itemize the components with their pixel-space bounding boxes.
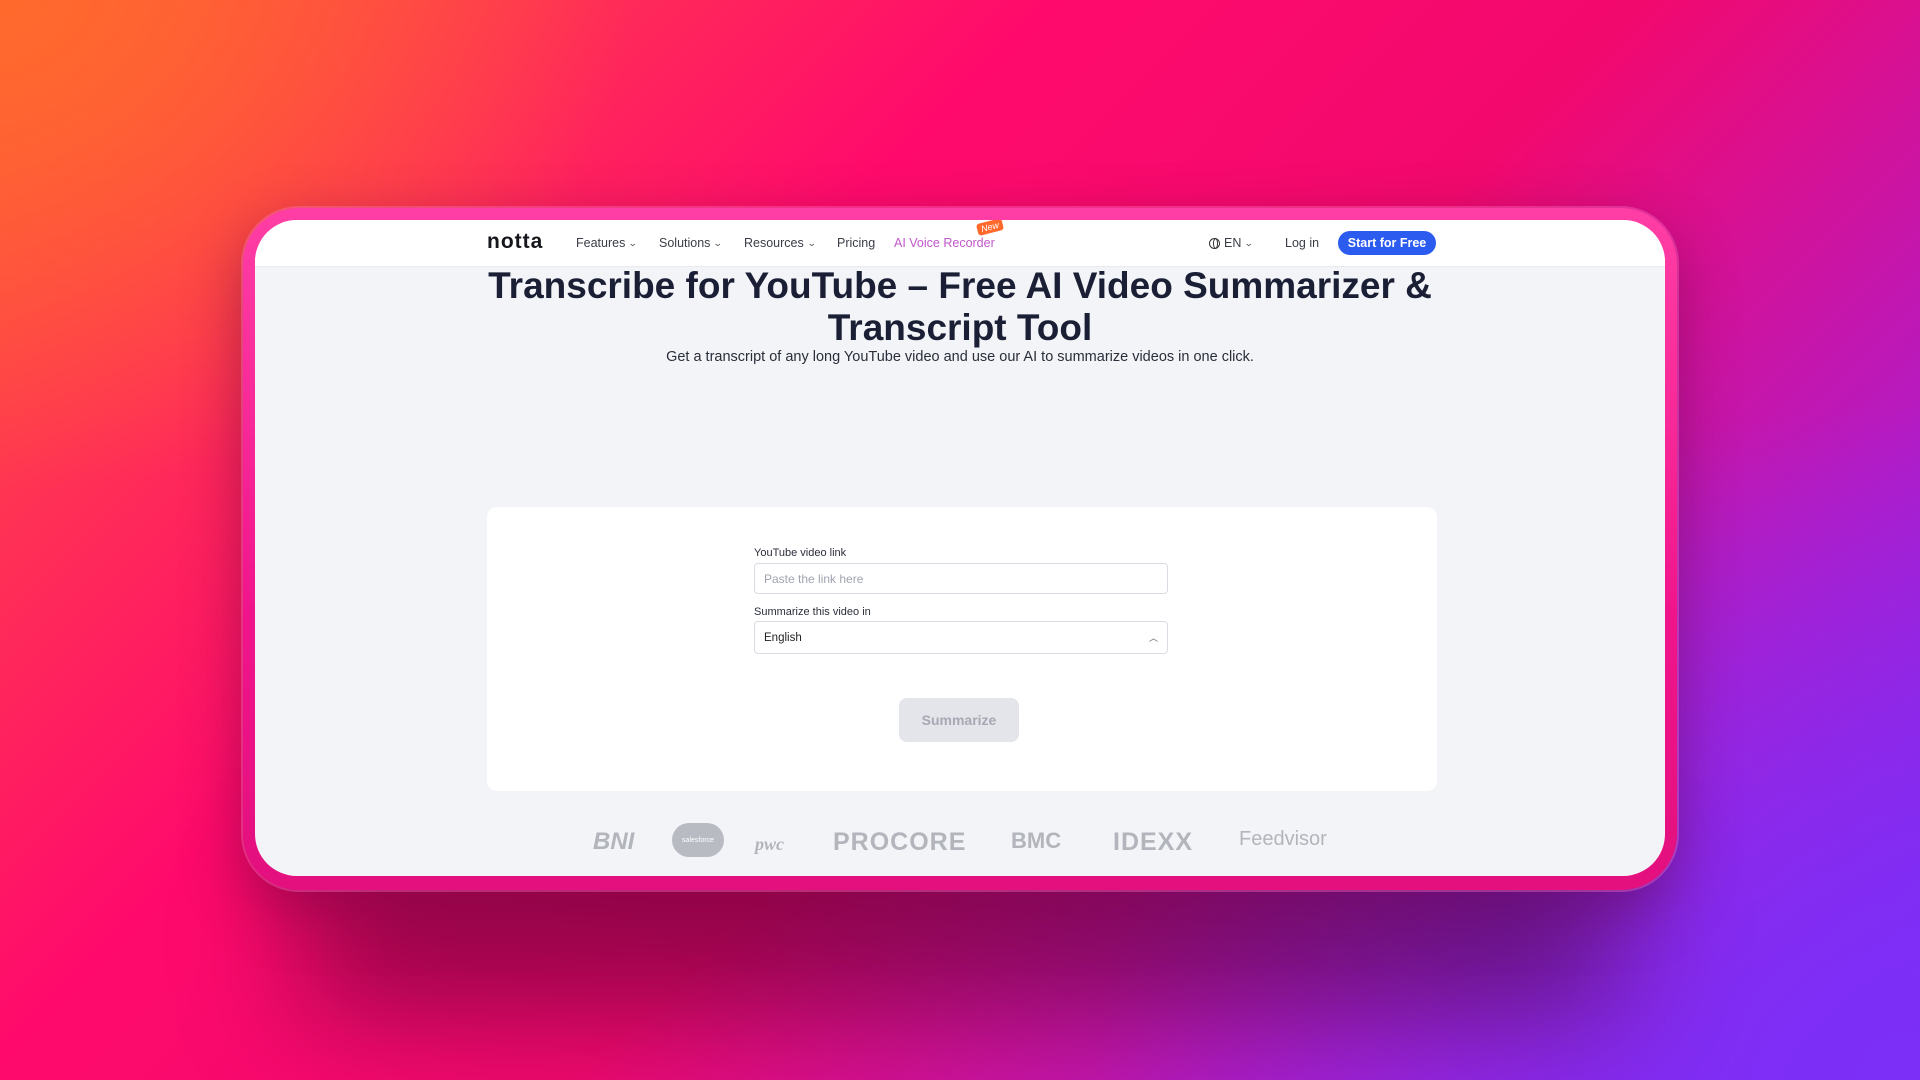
page-subtitle: Get a transcript of any long YouTube vid… <box>666 349 1254 365</box>
summarize-button[interactable]: Summarize <box>899 698 1019 742</box>
logo-salesforce-text: salesforce <box>682 836 714 844</box>
device-shadow <box>300 870 1620 1010</box>
browser-screen: notta Features ⌄ Solutions ⌄ Resources ⌄… <box>255 220 1665 876</box>
nav-features-label: Features <box>576 236 626 250</box>
nav-solutions[interactable]: Solutions ⌄ <box>659 236 724 250</box>
language-label: EN <box>1224 236 1242 250</box>
chevron-up-icon: ︿ <box>1148 633 1158 643</box>
page-title: Transcribe for YouTube – Free AI Video S… <box>255 265 1665 349</box>
logo-bmc: BMC <box>1011 828 1062 853</box>
chevron-down-icon: ⌄ <box>628 237 639 248</box>
logo-bni: BNI <box>593 828 635 855</box>
nav-resources-label: Resources <box>744 236 804 250</box>
logo-feedvisor: Feedvisor <box>1239 828 1327 850</box>
summarizer-card: YouTube video link Summarize this video … <box>487 507 1437 791</box>
new-badge: New <box>975 220 1005 236</box>
logo-salesforce: salesforce <box>672 823 724 857</box>
top-nav: notta Features ⌄ Solutions ⌄ Resources ⌄… <box>255 220 1665 267</box>
page-title-line-1: Transcribe for YouTube – Free AI Video S… <box>488 265 1432 306</box>
language-selector[interactable]: EN ⌄ <box>1209 236 1255 250</box>
summary-language-value: English <box>764 631 802 644</box>
nav-pricing-label: Pricing <box>837 236 876 250</box>
nav-features[interactable]: Features ⌄ <box>576 236 639 250</box>
chevron-down-icon: ⌄ <box>713 237 724 248</box>
logo-idexx: IDEXX <box>1113 828 1194 856</box>
start-for-free-button[interactable]: Start for Free <box>1338 231 1436 255</box>
youtube-link-label: YouTube video link <box>754 547 847 559</box>
logo-pwc: pwc <box>755 834 784 854</box>
page-title-line-2: Transcript Tool <box>827 307 1093 348</box>
summary-language-select[interactable]: English ︿ <box>754 621 1168 654</box>
login-link[interactable]: Log in <box>1285 236 1319 250</box>
nav-pricing[interactable]: Pricing <box>837 236 875 250</box>
customer-logos: BNI salesforce pwc PROCORE BMC IDEXX Fee… <box>255 820 1665 860</box>
notta-logo[interactable]: notta <box>487 230 543 254</box>
logo-procore: PROCORE <box>833 828 967 856</box>
chevron-down-icon: ⌄ <box>1244 237 1255 248</box>
globe-icon <box>1209 237 1220 249</box>
chevron-down-icon: ⌄ <box>806 237 817 248</box>
youtube-link-input[interactable] <box>754 563 1168 594</box>
nav-resources[interactable]: Resources ⌄ <box>744 236 817 250</box>
summary-language-label: Summarize this video in <box>754 606 871 618</box>
nav-solutions-label: Solutions <box>659 236 711 250</box>
nav-ai-voice-recorder[interactable]: AI Voice Recorder <box>894 236 995 250</box>
nav-ai-voice-recorder-label: AI Voice Recorder <box>894 236 995 250</box>
